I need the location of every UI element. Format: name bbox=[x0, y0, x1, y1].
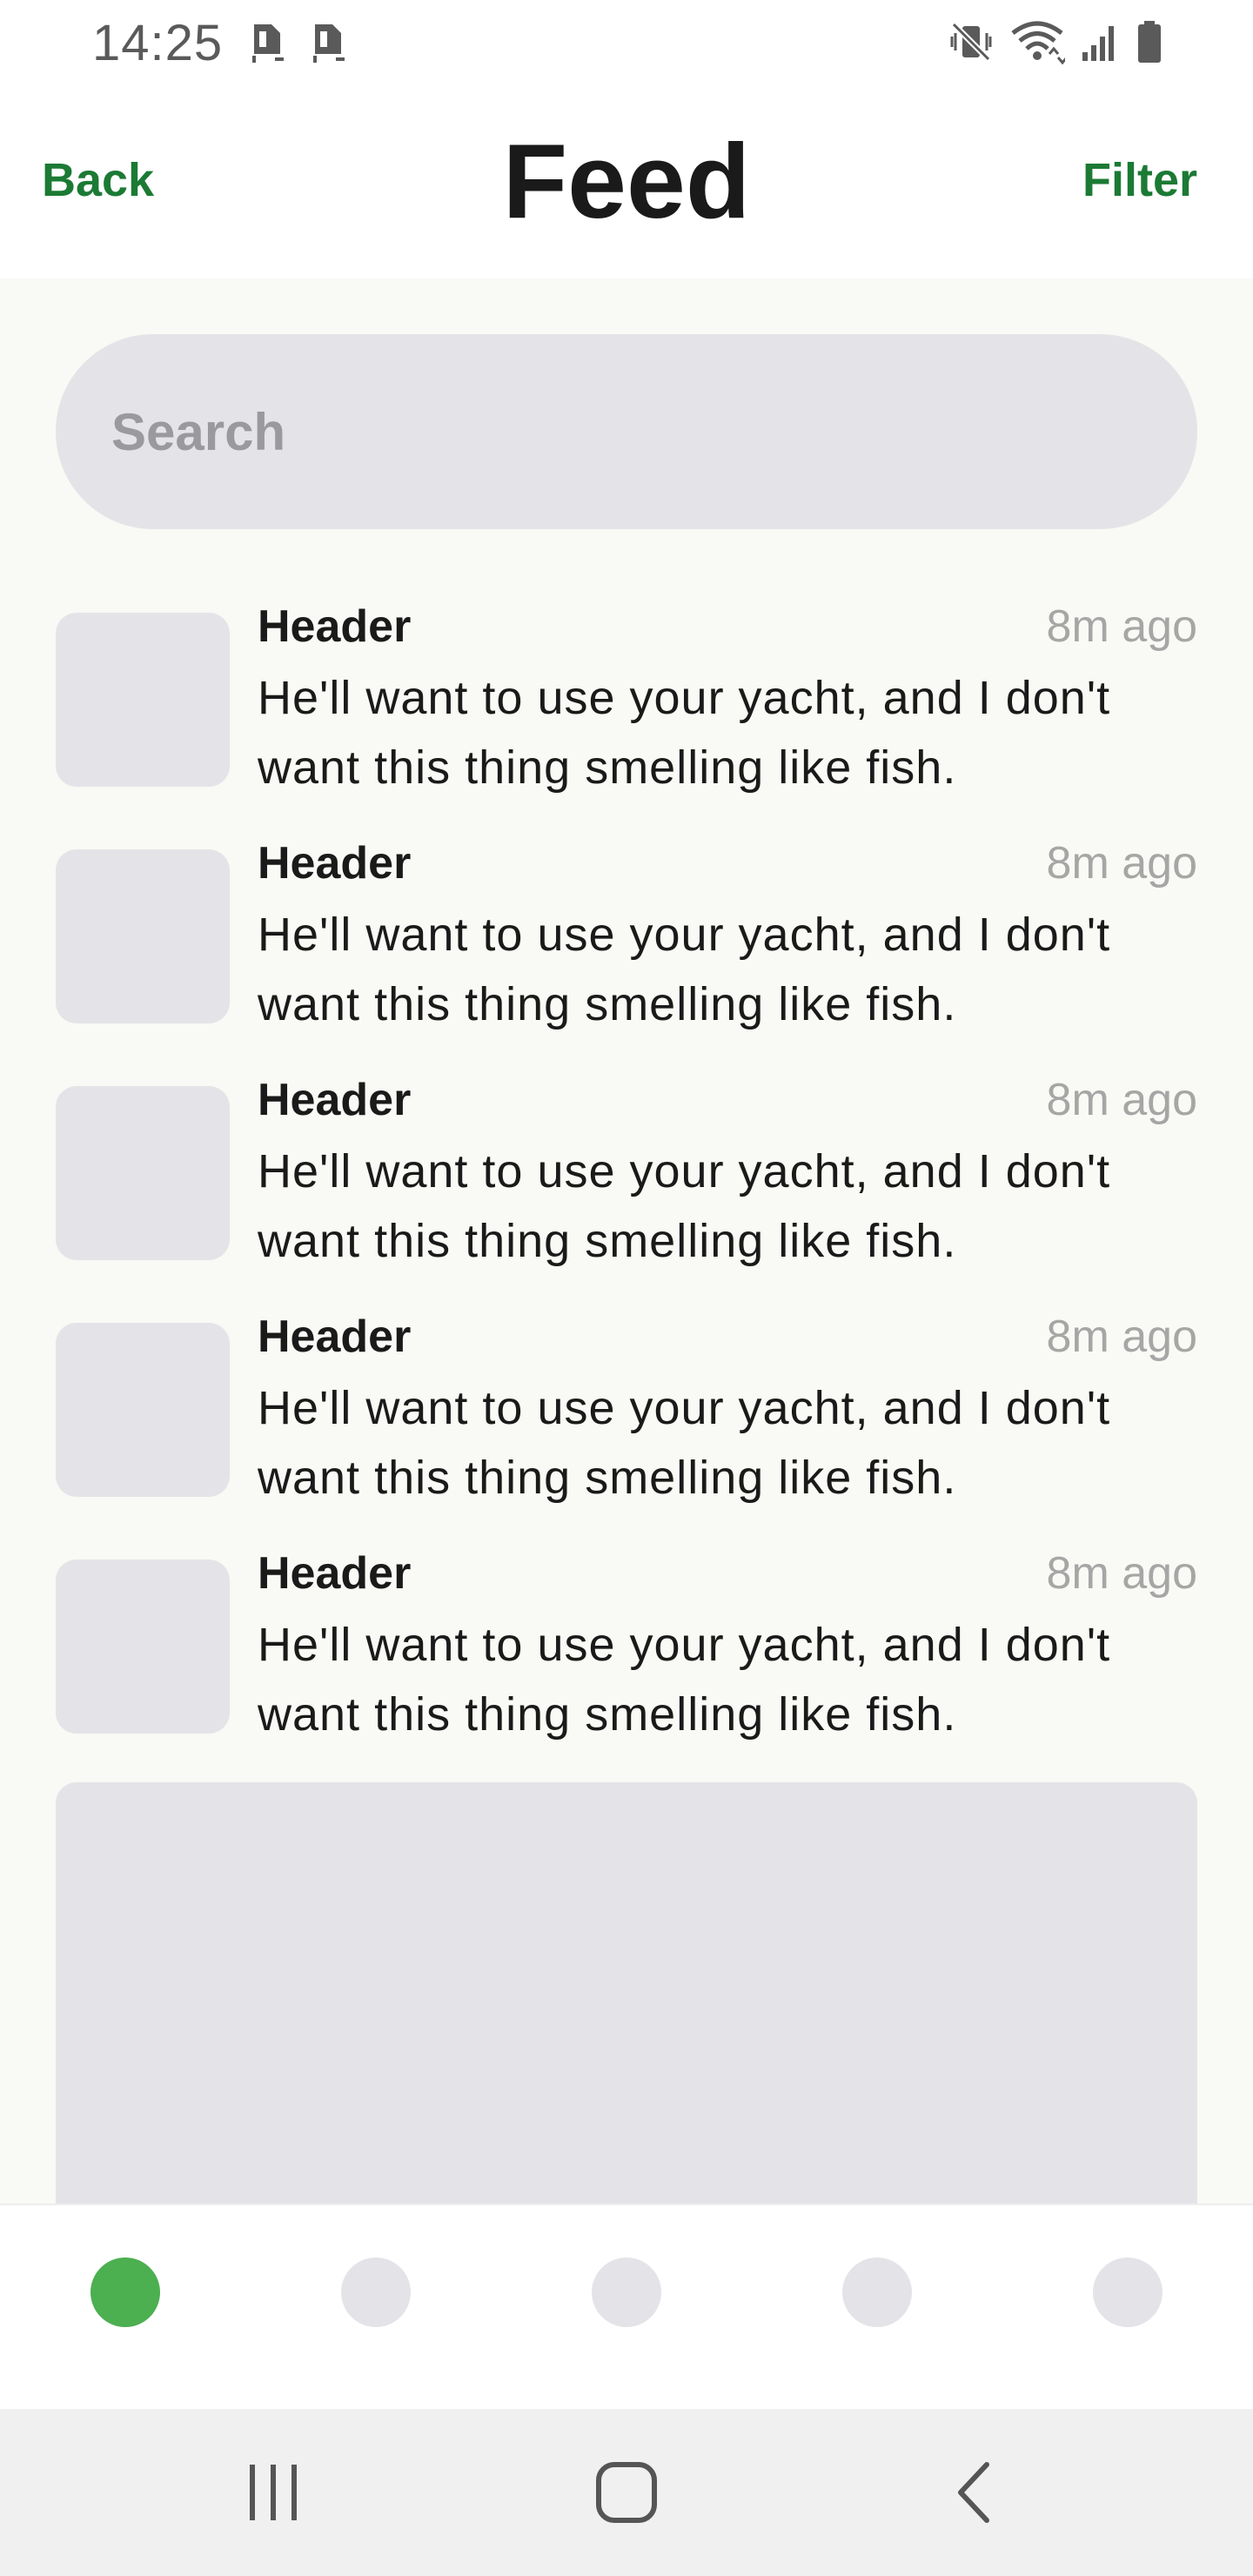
signal-icon bbox=[1082, 26, 1114, 61]
vibrate-mute-icon bbox=[950, 22, 992, 62]
tab-3[interactable] bbox=[592, 2257, 661, 2327]
tab-1[interactable] bbox=[90, 2257, 160, 2327]
item-body: He'll want to use your yacht, and I don'… bbox=[258, 1382, 1111, 1504]
recent-apps-icon[interactable] bbox=[245, 2458, 301, 2527]
thumbnail bbox=[56, 1323, 230, 1497]
sim-card-icon bbox=[252, 24, 284, 63]
item-timestamp: 8m ago bbox=[1046, 601, 1197, 652]
thumbnail bbox=[56, 1086, 230, 1260]
sim-card-icon bbox=[313, 24, 345, 63]
list-item[interactable]: Header 8m ago He'll want to use your yac… bbox=[56, 1539, 1197, 1775]
item-timestamp: 8m ago bbox=[1046, 1311, 1197, 1362]
status-bar: 14:25 bbox=[0, 0, 1253, 87]
search-input[interactable] bbox=[56, 334, 1197, 529]
list-item[interactable]: Header 8m ago He'll want to use your yac… bbox=[56, 1302, 1197, 1539]
home-icon[interactable] bbox=[592, 2458, 661, 2527]
system-nav-bar bbox=[0, 2409, 1253, 2576]
item-body: He'll want to use your yacht, and I don'… bbox=[258, 672, 1111, 794]
back-icon[interactable] bbox=[948, 2458, 1001, 2527]
feed-content: Header 8m ago He'll want to use your yac… bbox=[0, 278, 1253, 2204]
item-header: Header bbox=[258, 1311, 412, 1362]
thumbnail bbox=[56, 613, 230, 787]
item-header: Header bbox=[258, 1548, 412, 1599]
tab-2[interactable] bbox=[341, 2257, 411, 2327]
item-timestamp: 8m ago bbox=[1046, 1075, 1197, 1125]
feed-list: Header 8m ago He'll want to use your yac… bbox=[56, 592, 1197, 1775]
list-item[interactable]: Header 8m ago He'll want to use your yac… bbox=[56, 1065, 1197, 1302]
list-item[interactable]: Header 8m ago He'll want to use your yac… bbox=[56, 592, 1197, 828]
tab-4[interactable] bbox=[842, 2257, 912, 2327]
item-body: He'll want to use your yacht, and I don'… bbox=[258, 1619, 1111, 1741]
tab-5[interactable] bbox=[1093, 2257, 1163, 2327]
item-timestamp: 8m ago bbox=[1046, 1548, 1197, 1599]
status-right-icons bbox=[948, 19, 1164, 64]
thumbnail bbox=[56, 1560, 230, 1734]
item-timestamp: 8m ago bbox=[1046, 838, 1197, 889]
wifi-icon bbox=[1011, 21, 1065, 64]
top-nav: Back Feed Filter bbox=[0, 87, 1253, 278]
item-header: Header bbox=[258, 838, 412, 889]
item-body: He'll want to use your yacht, and I don'… bbox=[258, 909, 1111, 1030]
page-title: Feed bbox=[502, 122, 751, 240]
thumbnail bbox=[56, 849, 230, 1023]
battery-icon bbox=[1138, 21, 1161, 63]
status-time: 14:25 bbox=[92, 15, 224, 71]
item-header: Header bbox=[258, 601, 412, 652]
list-item[interactable]: Header 8m ago He'll want to use your yac… bbox=[56, 828, 1197, 1065]
item-header: Header bbox=[258, 1075, 412, 1125]
filter-button[interactable]: Filter bbox=[1082, 153, 1197, 207]
media-card[interactable] bbox=[56, 1782, 1197, 2204]
status-left-icons bbox=[245, 21, 348, 66]
tab-bar bbox=[0, 2204, 1253, 2409]
item-body: He'll want to use your yacht, and I don'… bbox=[258, 1145, 1111, 1267]
